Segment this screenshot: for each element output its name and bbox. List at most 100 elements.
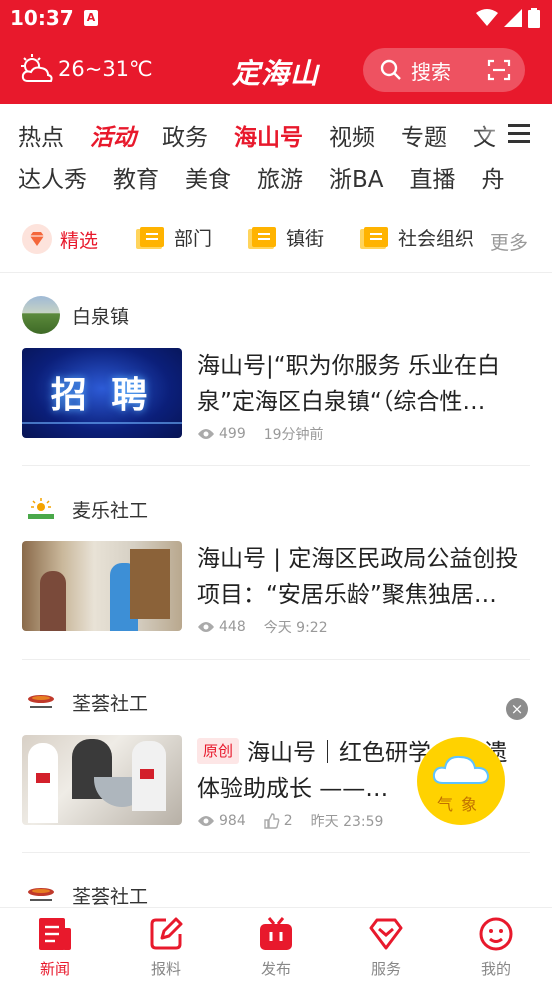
avatar: [22, 683, 60, 721]
search-placeholder: 搜索: [411, 59, 451, 84]
status-icons: [476, 8, 540, 28]
nav-label: 报料: [150, 960, 181, 978]
floating-weather-button[interactable]: 气象: [417, 737, 505, 825]
battery-icon: [528, 8, 540, 28]
channel-tab[interactable]: 教育: [113, 160, 159, 194]
news-source[interactable]: 荃荟社工: [22, 683, 148, 721]
nav-news[interactable]: 新闻: [15, 914, 95, 979]
like-count: 2: [283, 813, 293, 829]
subtab-department[interactable]: 部门: [134, 224, 212, 251]
news-meta: 984 2 昨天 23:59: [197, 811, 383, 831]
publish-time: 昨天 23:59: [310, 814, 384, 830]
weather-widget[interactable]: 26~31℃: [18, 54, 153, 84]
news-source[interactable]: 白泉镇: [22, 296, 129, 334]
search-bar[interactable]: 搜索: [363, 48, 525, 92]
source-name: 白泉镇: [72, 305, 130, 328]
source-name: 麦乐社工: [72, 499, 149, 522]
nav-service[interactable]: 服务: [346, 914, 426, 979]
newspaper-icon: [39, 918, 71, 950]
thumbs-up-icon: [264, 813, 280, 829]
app-header: 26~31℃ 定海山 搜索: [0, 38, 552, 104]
source-name: 荃荟社工: [72, 885, 149, 908]
publish-time: 19分钟前: [263, 427, 324, 443]
folder-icon: [248, 226, 276, 249]
edit-icon: [150, 917, 183, 950]
eye-icon: [198, 816, 214, 826]
news-source[interactable]: 麦乐社工: [22, 490, 148, 528]
news-title: 海山号 | 定海区民政局公益创投项目：“安居乐龄”聚焦独居…: [197, 546, 519, 608]
diamond-outline-icon: [369, 918, 403, 950]
channel-row-1: 热点 活动 政务 海山号 视频 专题 文: [18, 118, 522, 152]
nav-label: 发布: [260, 960, 291, 978]
nav-label: 新闻: [39, 960, 70, 978]
view-count: 499: [219, 426, 246, 442]
nav-mine[interactable]: 我的: [456, 914, 536, 979]
subtab-more[interactable]: 更多: [490, 228, 528, 255]
nav-publish[interactable]: 发布: [236, 914, 316, 979]
subtab-label: 镇街: [286, 228, 325, 250]
channel-tab[interactable]: 专题: [401, 118, 447, 152]
divider: [0, 272, 552, 273]
wifi-icon: [476, 9, 498, 26]
cloud-icon: [432, 755, 490, 784]
avatar: [22, 490, 60, 528]
channel-tab[interactable]: 视频: [329, 118, 375, 152]
news-meta: 499 19分钟前: [197, 424, 324, 444]
eye-icon: [198, 622, 214, 632]
news-thumbnail: [22, 541, 182, 631]
smiley-icon: [479, 917, 513, 951]
channel-tab[interactable]: 政务: [162, 118, 208, 152]
subtab-label: 社会组织: [398, 228, 475, 250]
subtab-town[interactable]: 镇街: [246, 224, 324, 251]
app-notification-icon: A: [84, 10, 98, 26]
subtab-social-org[interactable]: 社会组织: [358, 224, 474, 251]
eye-icon: [198, 429, 214, 439]
channel-menu-icon[interactable]: [508, 124, 530, 148]
view-count: 448: [219, 619, 246, 635]
subtab-label: 部门: [174, 228, 213, 250]
channel-tab[interactable]: 旅游: [257, 160, 303, 194]
sunburst-logo-icon: [28, 498, 54, 519]
org-logo-icon: [28, 888, 54, 901]
partly-cloudy-icon: [21, 54, 53, 82]
channel-tab-activity[interactable]: 活动: [90, 118, 136, 152]
signal-icon: [504, 9, 522, 27]
status-bar: 10:37 A: [0, 0, 552, 38]
channel-tab-haishanhao[interactable]: 海山号: [234, 118, 303, 152]
channel-tab[interactable]: 达人秀: [18, 160, 87, 194]
channel-tab[interactable]: 直播: [410, 160, 456, 194]
original-tag: 原创: [197, 738, 240, 764]
news-meta: 448 今天 9:22: [197, 617, 328, 637]
close-floating-button[interactable]: ×: [506, 698, 528, 720]
separator: [22, 465, 530, 466]
channel-tab[interactable]: 美食: [185, 160, 231, 194]
weather-temperature: 26~31℃: [58, 57, 153, 81]
publish-time: 今天 9:22: [263, 620, 328, 636]
org-logo-icon: [28, 695, 54, 708]
folder-icon: [136, 226, 164, 249]
scan-icon[interactable]: [487, 59, 511, 81]
nav-report[interactable]: 报料: [126, 914, 206, 979]
news-thumbnail: 招 聘: [22, 348, 182, 438]
folder-icon: [360, 226, 388, 249]
nav-label: 我的: [480, 960, 511, 978]
subtab-featured[interactable]: 精选: [22, 224, 98, 254]
channel-tab[interactable]: 浙BA: [329, 160, 384, 194]
channel-tab[interactable]: 舟: [482, 160, 505, 194]
news-title: 海山号|“职为你服务 乐业在白泉”定海区白泉镇“（综合性…: [197, 353, 500, 415]
bottom-nav: 新闻 报料 发布 服务 我的: [0, 907, 552, 983]
floating-weather-label: 气象: [436, 795, 485, 814]
app-logo: 定海山: [232, 57, 320, 90]
tv-icon: [260, 917, 292, 950]
nav-label: 服务: [370, 960, 401, 978]
channel-nav: 热点 活动 政务 海山号 视频 专题 文 达人秀 教育 美食 旅游 浙BA 直播…: [0, 104, 552, 204]
search-icon: [380, 59, 401, 80]
thumbnail-text: 招 聘: [50, 375, 154, 416]
subtab-label: 精选: [60, 229, 99, 252]
news-thumbnail: [22, 735, 182, 825]
separator: [22, 659, 530, 660]
avatar: [22, 296, 60, 334]
separator: [22, 852, 530, 853]
diamond-icon: [22, 224, 52, 254]
channel-tab[interactable]: 热点: [18, 118, 64, 152]
